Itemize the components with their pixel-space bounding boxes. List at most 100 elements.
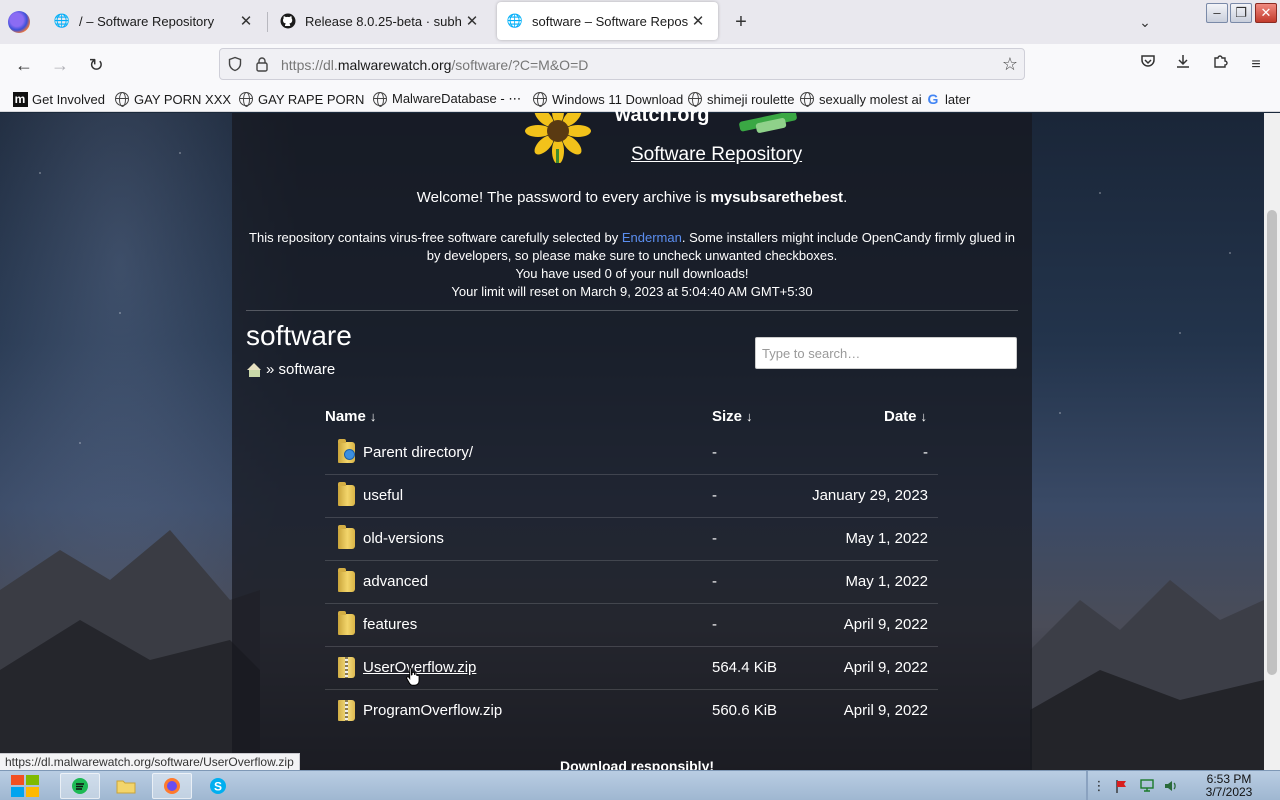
home-icon[interactable] (247, 362, 262, 377)
divider (246, 310, 1018, 311)
file-date: April 9, 2022 (843, 616, 928, 633)
sort-arrow-icon: ↓ (369, 409, 377, 424)
file-date: May 1, 2022 (845, 573, 928, 590)
tab-close-icon[interactable]: ✕ (688, 12, 708, 30)
downloads-icon[interactable] (1170, 52, 1196, 78)
repository-info: This repository contains virus-free soft… (246, 229, 1018, 301)
tab-strip: 🌐 / – Software Repository ✕ Release 8.0.… (0, 0, 1280, 44)
parent-folder-icon (338, 439, 355, 463)
tab-close-icon[interactable]: ✕ (236, 12, 256, 30)
column-header-name[interactable]: Name ↓ (325, 408, 376, 425)
list-all-tabs-button[interactable]: ⌄ (1134, 9, 1156, 35)
app-menu-icon[interactable]: ≡ (1243, 52, 1269, 78)
url-text[interactable]: https://dl.malwarewatch.org/software/?C=… (281, 57, 588, 73)
tab-title: Release 8.0.25-beta · subh (305, 13, 462, 29)
table-row[interactable]: old-versions - May 1, 2022 (325, 518, 938, 561)
bookmark-item[interactable]: GAY RAPE PORN (238, 90, 364, 108)
file-name-link[interactable]: advanced (363, 573, 428, 590)
reload-button[interactable]: ↻ (83, 52, 109, 78)
taskbar-app-skype[interactable]: S (198, 773, 238, 799)
folder-icon (338, 482, 355, 506)
globe-favicon-icon: 🌐 (53, 13, 71, 28)
pocket-icon[interactable] (1135, 52, 1161, 78)
file-size: 564.4 KiB (712, 659, 778, 676)
bookmark-star-icon[interactable]: ☆ (1002, 54, 1018, 75)
google-icon: G (927, 91, 939, 107)
sunflower-logo-icon (512, 113, 604, 163)
hand-cursor-icon (405, 666, 421, 686)
bookmark-get-involved[interactable]: m Get Involved (12, 90, 105, 108)
tray-overflow-icon[interactable]: ⋮ (1091, 779, 1107, 793)
network-icon[interactable] (1139, 779, 1155, 793)
navigation-toolbar: ← → ↻ https://dl.malwarewatch.org/softwa… (0, 44, 1280, 84)
enderman-link[interactable]: Enderman (622, 230, 682, 245)
breadcrumb: » software (247, 361, 335, 378)
bookmark-later[interactable]: G later (925, 90, 971, 108)
table-row[interactable]: Parent directory/ - - (325, 432, 938, 475)
page-title: software (246, 320, 352, 351)
close-window-button[interactable]: ✕ (1255, 3, 1277, 23)
file-name-link[interactable]: Parent directory/ (363, 444, 473, 461)
globe-favicon-icon: 🌐 (506, 13, 524, 28)
forward-button[interactable]: → (47, 52, 73, 78)
bookmark-item[interactable]: sexually molest ai (799, 90, 922, 108)
bookmark-item[interactable]: GAY PORN XXX (114, 90, 231, 108)
taskbar-app-firefox[interactable] (152, 773, 192, 799)
lock-icon[interactable] (253, 56, 271, 74)
table-row[interactable]: useful - January 29, 2023 (325, 475, 938, 518)
volume-icon[interactable] (1163, 779, 1179, 793)
download-usage-text: You have used 0 of your null downloads! (515, 266, 749, 281)
repository-title-link[interactable]: Software Repository (631, 144, 802, 166)
sort-arrow-icon: ↓ (746, 409, 753, 424)
address-bar[interactable]: https://dl.malwarewatch.org/software/?C=… (219, 48, 1025, 80)
column-header-size[interactable]: Size ↓ (712, 408, 753, 425)
file-size: 560.6 KiB (712, 702, 778, 719)
page-scrollbar[interactable] (1264, 113, 1280, 770)
taskbar-clock[interactable]: 6:53 PM 3/7/2023 (1198, 773, 1260, 799)
maximize-button[interactable]: ❐ (1230, 3, 1252, 23)
taskbar-app-chat[interactable] (60, 773, 100, 799)
file-size: - (712, 616, 717, 633)
file-size: - (712, 487, 717, 504)
new-tab-button[interactable]: + (728, 9, 754, 35)
search-input[interactable] (755, 337, 1017, 369)
m-icon: m (12, 91, 28, 107)
link-status-bar: https://dl.malwarewatch.org/software/Use… (0, 753, 300, 771)
pipe-logo-icon (735, 110, 801, 135)
tab-software-active[interactable]: 🌐 software – Software Reposito ✕ (497, 2, 718, 40)
tab-software-repository-root[interactable]: 🌐 / – Software Repository ✕ (44, 2, 266, 40)
site-logo-text: watch.org (615, 104, 710, 126)
table-row[interactable]: features - April 9, 2022 (325, 604, 938, 647)
breadcrumb-current: software (278, 361, 336, 378)
globe-icon (372, 91, 388, 107)
scrollbar-thumb[interactable] (1267, 210, 1277, 675)
file-size: - (712, 530, 717, 547)
globe-icon (238, 91, 254, 107)
file-name-link[interactable]: ProgramOverflow.zip (363, 702, 502, 719)
minimize-button[interactable]: – (1206, 3, 1228, 23)
taskbar-app-file-explorer[interactable] (106, 773, 146, 799)
tab-github-release[interactable]: Release 8.0.25-beta · subh ✕ (270, 2, 492, 40)
folder-icon (338, 525, 355, 549)
bookmark-malware-database[interactable]: MalwareDatabase - ⋯ (372, 90, 521, 108)
welcome-message: Welcome! The password to every archive i… (416, 189, 848, 206)
extensions-icon[interactable] (1207, 52, 1233, 78)
tab-close-icon[interactable]: ✕ (462, 12, 482, 30)
file-date: April 9, 2022 (843, 702, 928, 719)
tab-separator (267, 12, 268, 32)
table-row[interactable]: ProgramOverflow.zip 560.6 KiB April 9, 2… (325, 690, 938, 733)
file-date: - (923, 444, 928, 461)
back-button[interactable]: ← (11, 52, 37, 78)
archive-password: mysubsarethebest (710, 189, 844, 206)
column-header-date[interactable]: Date ↓ (884, 408, 927, 425)
zip-file-icon (338, 700, 355, 721)
action-center-flag-icon[interactable] (1114, 779, 1130, 793)
firefox-view-icon[interactable] (8, 11, 30, 33)
file-name-link[interactable]: features (363, 616, 417, 633)
file-name-link[interactable]: useful (363, 487, 403, 504)
tracking-protection-shield-icon[interactable] (226, 56, 244, 74)
start-button[interactable] (8, 772, 42, 800)
file-name-link[interactable]: old-versions (363, 530, 444, 547)
tab-title: software – Software Reposito (532, 13, 688, 29)
table-row[interactable]: advanced - May 1, 2022 (325, 561, 938, 604)
